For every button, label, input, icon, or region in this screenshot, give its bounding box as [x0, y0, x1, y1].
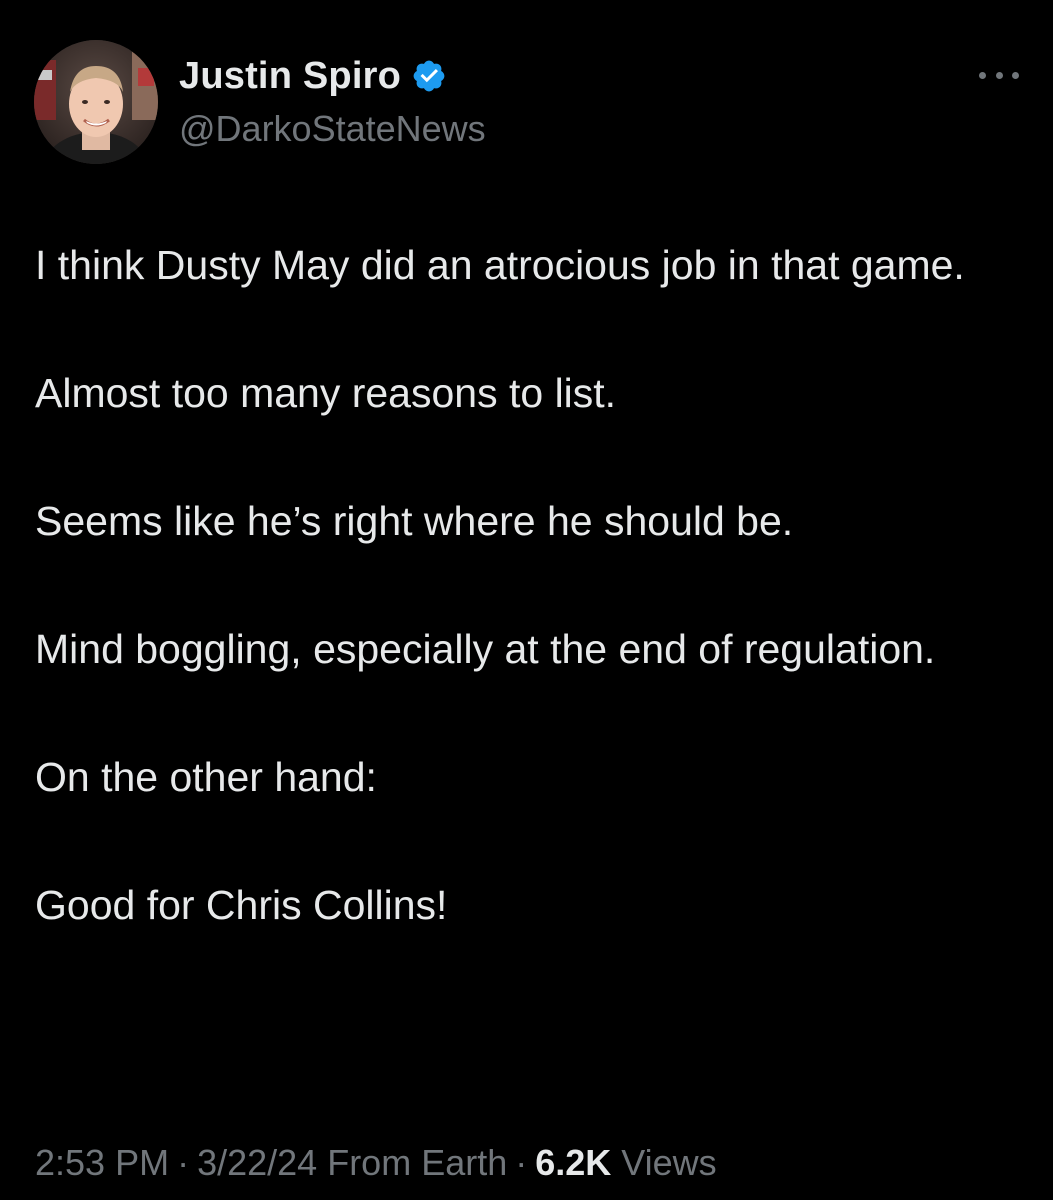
- tweet-detail: Justin Spiro @DarkoStateNews I think Dus…: [0, 0, 1053, 1200]
- ellipsis-icon-dot: [995, 71, 1003, 79]
- handle[interactable]: @DarkoStateNews: [179, 108, 486, 150]
- tweet-paragraph: On the other hand:: [35, 754, 377, 800]
- verified-badge-icon: [413, 60, 445, 92]
- name-row: Justin Spiro: [179, 54, 486, 98]
- tweet-text: I think Dusty May did an atrocious job i…: [35, 233, 1025, 937]
- tweet-metadata: 2:53 PM · 3/22/24 From Earth · 6.2K View…: [35, 1142, 717, 1184]
- avatar-photo-icon: [34, 40, 158, 164]
- tweet-date[interactable]: 3/22/24: [197, 1142, 317, 1184]
- tweet-paragraph: I think Dusty May did an atrocious job i…: [35, 242, 965, 288]
- tweet-paragraph: Mind boggling, especially at the end of …: [35, 626, 936, 672]
- avatar[interactable]: [34, 40, 158, 164]
- author-identity: Justin Spiro @DarkoStateNews: [179, 54, 486, 150]
- ellipsis-icon-dot: [979, 71, 986, 79]
- display-name[interactable]: Justin Spiro: [179, 55, 401, 98]
- ellipsis-icon-dot: [1012, 71, 1019, 79]
- separator-dot: ·: [177, 1142, 190, 1183]
- separator-dot: ·: [515, 1142, 528, 1183]
- tweet-source: From Earth: [327, 1142, 508, 1183]
- tweet-paragraph: Almost too many reasons to list.: [35, 370, 617, 416]
- views-label: Views: [621, 1142, 717, 1183]
- tweet-time[interactable]: 2:53 PM: [35, 1142, 169, 1184]
- views-count[interactable]: 6.2K: [535, 1142, 611, 1184]
- more-options-button[interactable]: [979, 66, 1019, 84]
- tweet-paragraph: Good for Chris Collins!: [35, 882, 448, 928]
- tweet-paragraph: Seems like he’s right where he should be…: [35, 498, 794, 544]
- tweet-header: Justin Spiro @DarkoStateNews: [34, 40, 1019, 166]
